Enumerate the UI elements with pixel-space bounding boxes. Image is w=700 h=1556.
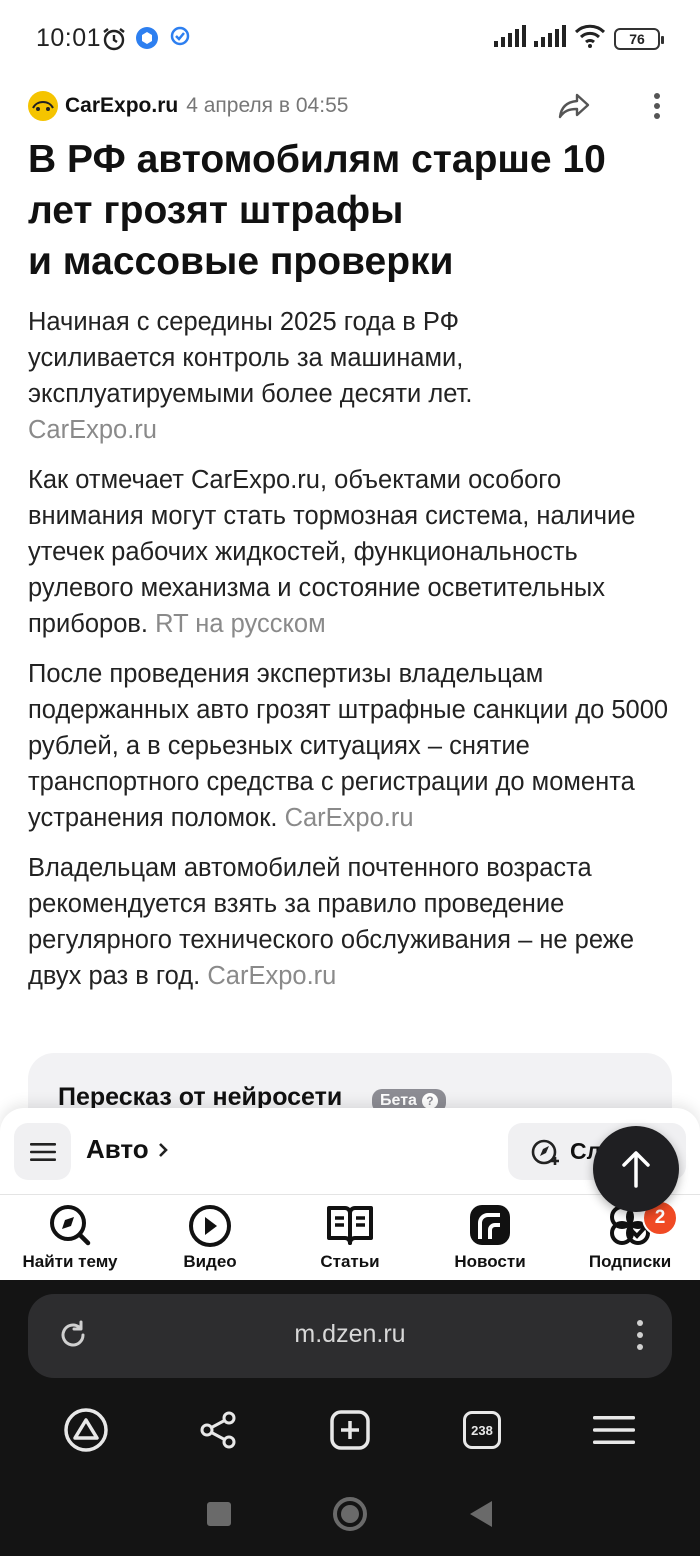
share-icon (200, 1411, 236, 1449)
triangle-back-icon (470, 1500, 492, 1527)
tabs-count: 238 (463, 1411, 501, 1449)
source-name[interactable]: CarExpo.ru (65, 94, 178, 118)
citation-link[interactable]: CarExpo.ru (28, 416, 157, 444)
circle-icon (333, 1496, 367, 1531)
system-navigation (0, 1476, 700, 1556)
nav-articles[interactable]: Статьи (280, 1202, 420, 1278)
signal-icon (494, 25, 526, 52)
article-paragraph: После проведения экспертизы владельцам п… (28, 656, 678, 836)
status-bar: 10:01 76 (0, 0, 700, 78)
nav-label: Видео (183, 1252, 237, 1271)
nav-video[interactable]: Видео (140, 1202, 280, 1278)
channel-name: Авто (86, 1134, 149, 1164)
nav-news[interactable]: Новости (420, 1202, 560, 1278)
article-body: Начиная с середины 2025 года в РФ усилив… (28, 304, 678, 1008)
notification-app-icon (135, 26, 159, 55)
title-line: и массовые проверки (28, 240, 454, 283)
scroll-top-button[interactable] (593, 1126, 679, 1212)
tabs-button[interactable]: 238 (450, 1398, 514, 1462)
menu-button[interactable] (14, 1123, 71, 1180)
article-paragraph: Начиная с середины 2025 года в РФ усилив… (28, 304, 528, 448)
video-icon (187, 1202, 233, 1248)
paragraph-text: Начиная с середины 2025 года в РФ усилив… (28, 308, 473, 408)
verified-app-icon (170, 26, 190, 51)
plus-square-icon (330, 1410, 370, 1450)
article-paragraph: Как отмечает CarExpo.ru, объектами особо… (28, 462, 668, 642)
more-vertical-icon[interactable] (636, 1318, 644, 1357)
bottom-panel: Авто Сл Найти тему Видео Статьи Новости … (0, 1108, 700, 1280)
citation-link[interactable]: CarExpo.ru (285, 804, 414, 832)
browser-menu-button[interactable] (582, 1398, 646, 1462)
help-icon: ? (421, 1093, 438, 1109)
home-button[interactable] (332, 1496, 368, 1537)
citation-link[interactable]: RT на русском (155, 610, 326, 638)
hamburger-icon (29, 1142, 56, 1161)
nav-label: Новости (454, 1252, 526, 1271)
bottom-nav: Найти тему Видео Статьи Новости 2 Подпис… (0, 1200, 700, 1278)
alice-icon (64, 1408, 108, 1452)
hamburger-icon (593, 1416, 635, 1444)
divider (0, 1194, 700, 1195)
square-icon (207, 1501, 231, 1526)
share-arrow-icon (558, 93, 590, 119)
url-text[interactable]: m.dzen.ru (28, 1320, 672, 1349)
publish-date: 4 апреля в 04:55 (186, 94, 349, 117)
news-icon (468, 1202, 512, 1248)
title-line: лет грозят штрафы (28, 189, 404, 232)
battery-icon: 76 (614, 27, 664, 50)
article-title: В РФ автомобилям старше 10 лет грозят шт… (28, 134, 668, 287)
nav-find-topic[interactable]: Найти тему (0, 1202, 140, 1278)
nav-label: Статьи (320, 1252, 380, 1271)
nav-subscriptions[interactable]: 2 Подписки (560, 1200, 700, 1278)
recents-button[interactable] (206, 1501, 232, 1532)
chevron-right-icon (158, 1142, 168, 1157)
status-indicators: 76 (494, 24, 664, 53)
citation-link[interactable]: CarExpo.ru (207, 962, 336, 990)
alice-assistant-button[interactable] (54, 1398, 118, 1462)
compass-icon (47, 1202, 93, 1248)
status-time: 10:01 (36, 24, 102, 52)
address-bar[interactable]: m.dzen.ru (28, 1294, 672, 1378)
more-options-button[interactable] (642, 88, 672, 124)
article-meta: CarExpo.ru 4 апреля в 04:55 (28, 88, 678, 124)
back-button[interactable] (468, 1499, 494, 1534)
browser-toolbar: m.dzen.ru 238 (0, 1280, 700, 1556)
paragraph-text: Как отмечает CarExpo.ru, объектами особо… (28, 466, 636, 638)
subscribe-compass-icon (531, 1139, 559, 1165)
book-icon (326, 1202, 374, 1248)
source-logo-icon[interactable] (28, 91, 58, 121)
channel-link[interactable]: Авто (86, 1134, 169, 1165)
share-button[interactable] (186, 1398, 250, 1462)
alarm-icon (101, 26, 127, 57)
wifi-icon (574, 24, 606, 53)
nav-label: Найти тему (22, 1252, 118, 1271)
nav-label: Подписки (588, 1252, 672, 1271)
arrow-up-icon (622, 1151, 650, 1188)
title-line: В РФ автомобилям старше 10 (28, 138, 606, 181)
new-tab-button[interactable] (318, 1398, 382, 1462)
more-vertical-icon (654, 93, 660, 119)
article-paragraph: Владельцам автомобилей почтенного возрас… (28, 850, 678, 994)
signal-icon (534, 25, 566, 52)
browser-actions: 238 (0, 1398, 700, 1462)
share-button[interactable] (554, 88, 594, 124)
